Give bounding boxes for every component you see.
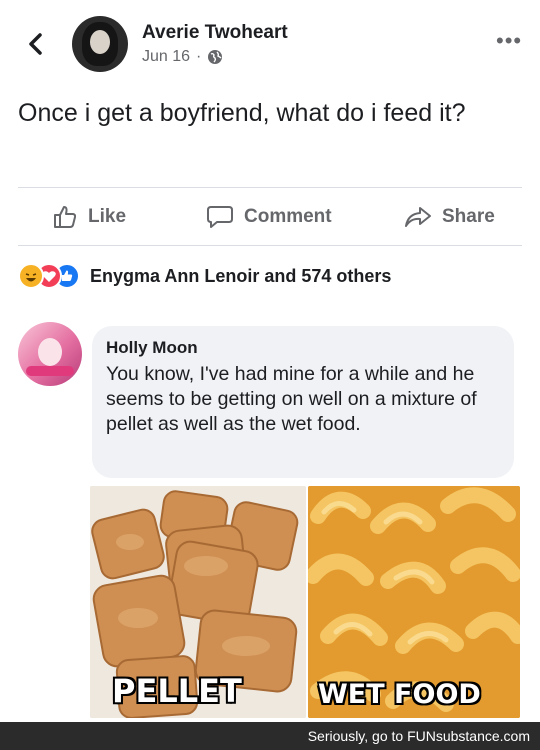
commenter-face (38, 338, 62, 366)
pellet-label: PELLET (111, 671, 243, 711)
meta-separator: · (196, 48, 202, 65)
pizza-rolls-photo: PELLET (90, 486, 306, 718)
post-meta: Jun 16 · (142, 48, 223, 66)
commenter-name[interactable]: Holly Moon (106, 338, 500, 358)
comment-image[interactable]: PELLET WET FOOD (90, 486, 520, 718)
reactions-count[interactable]: Enygma Ann Lenoir and 574 others (90, 266, 391, 287)
post-text: Once i get a boyfriend, what do i feed i… (18, 99, 466, 127)
share-label: Share (442, 206, 495, 227)
commenter-badge (26, 366, 74, 376)
comment-button[interactable]: Comment (206, 204, 332, 230)
comment-label: Comment (244, 206, 332, 227)
comment-icon (207, 206, 233, 228)
action-bar: Like Comment Share (0, 188, 540, 246)
back-arrow-icon[interactable] (24, 30, 48, 58)
divider-bottom (18, 245, 522, 246)
mac-and-cheese-photo: WET FOOD (308, 486, 520, 718)
watermark-bar: Seriously, go to FUNsubstance.com (0, 722, 540, 750)
post-date[interactable]: Jun 16 (142, 48, 190, 66)
globe-icon (208, 50, 223, 64)
comment-text: You know, I've had mine for a while and … (106, 363, 477, 435)
like-button[interactable]: Like (52, 204, 126, 230)
like-label: Like (88, 206, 127, 227)
haha-icon (18, 263, 44, 289)
thumbs-up-icon (54, 206, 77, 228)
comment-bubble: Holly Moon You know, I've had mine for a… (92, 326, 514, 478)
author-avatar[interactable] (72, 16, 128, 72)
post-header: Averie Twoheart Jun 16 · ••• (0, 0, 540, 88)
more-options-icon[interactable]: ••• (496, 30, 522, 52)
author-name[interactable]: Averie Twoheart (142, 22, 288, 44)
share-arrow-icon (405, 207, 431, 227)
commenter-avatar[interactable] (18, 322, 82, 386)
avatar-face (90, 30, 110, 54)
wet-food-label: WET FOOD (317, 678, 482, 711)
watermark-text[interactable]: Seriously, go to FUNsubstance.com (308, 728, 530, 744)
reactions-summary[interactable]: Enygma Ann Lenoir and 574 others (18, 262, 391, 290)
share-button[interactable]: Share (404, 204, 495, 230)
